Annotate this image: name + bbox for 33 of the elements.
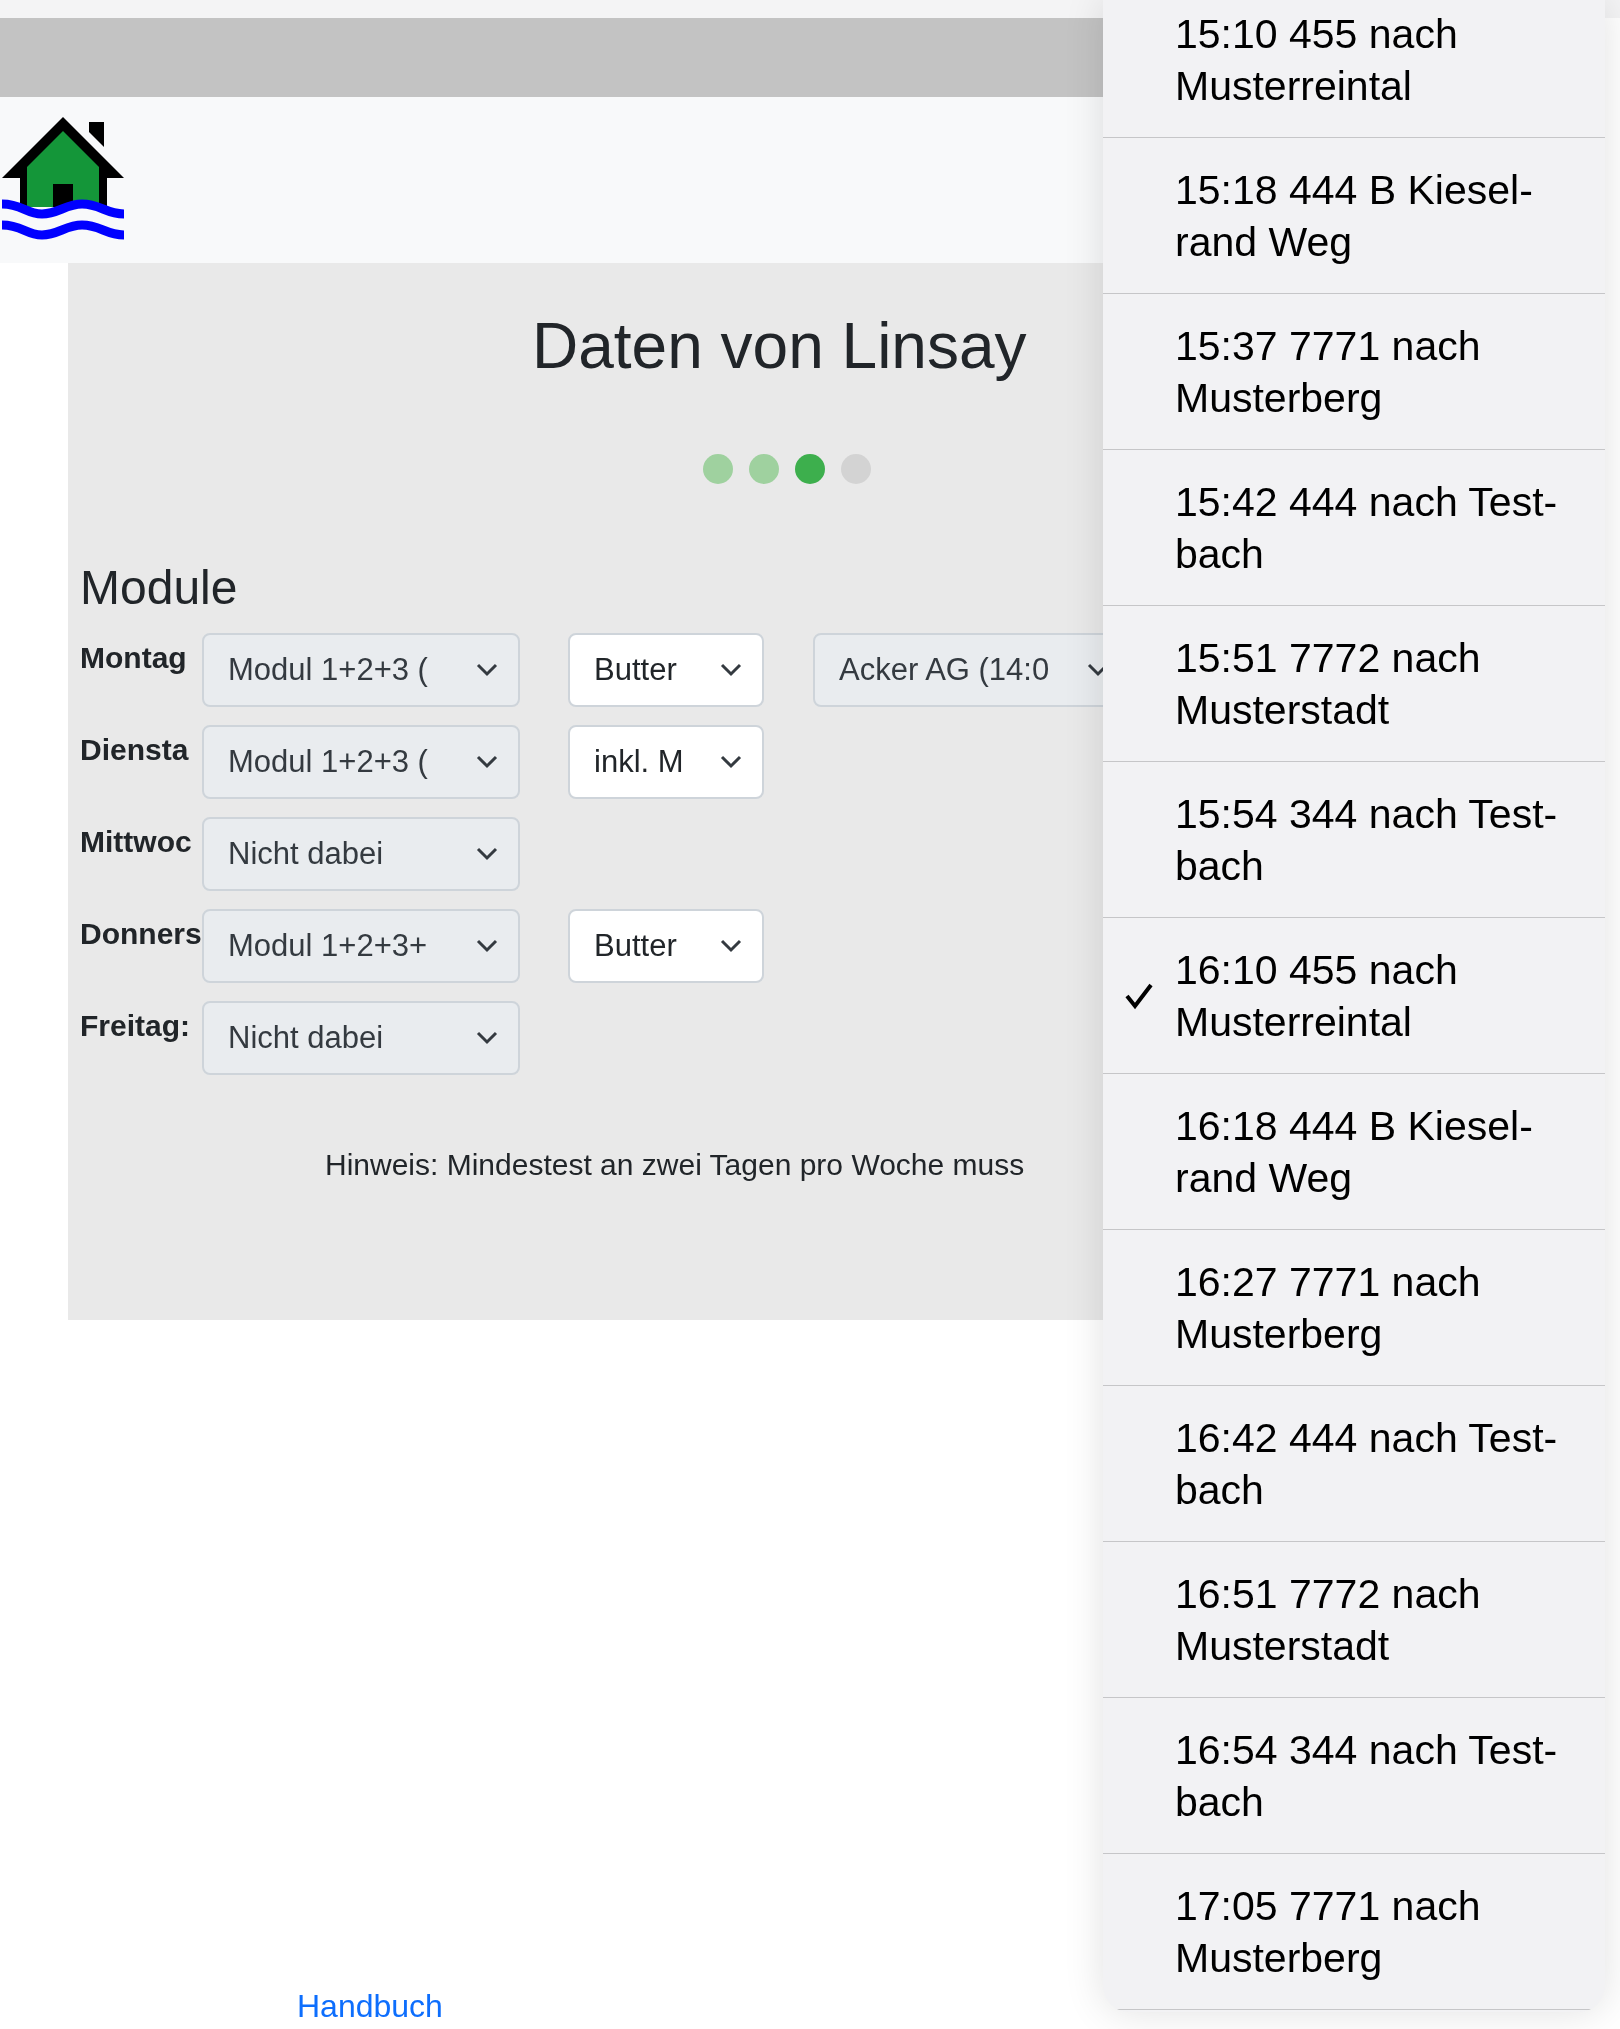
- dropdown-option[interactable]: 15:54 344 nach Test- bach: [1103, 762, 1605, 918]
- section-heading: Module: [80, 560, 238, 616]
- chevron-down-icon: [476, 663, 498, 678]
- dropdown-option[interactable]: 16:54 344 nach Test- bach: [1103, 1698, 1605, 1854]
- dropdown-option[interactable]: 16:51 7772 nach Musterstadt: [1103, 1542, 1605, 1698]
- day-label: Montag: [80, 641, 188, 676]
- day-label: Freitag:: [80, 1009, 191, 1044]
- day-label: Diensta: [80, 733, 190, 768]
- day-label: Donners: [80, 917, 202, 952]
- day-label: Mittwoc: [80, 825, 193, 860]
- dropdown-option[interactable]: 15:51 7772 nach Musterstadt: [1103, 606, 1605, 762]
- dropdown-option[interactable]: 16:18 444 B Kiesel- rand Weg: [1103, 1074, 1605, 1230]
- dropdown-option[interactable]: 15:18 444 B Kiesel- rand Weg: [1103, 138, 1605, 294]
- chevron-down-icon: [476, 939, 498, 954]
- select-field[interactable]: inkl. M: [568, 725, 764, 800]
- chevron-down-icon: [476, 755, 498, 770]
- dropdown-option[interactable]: 16:10 455 nach Musterreintal: [1103, 918, 1605, 1074]
- page-title: Daten von Linsay: [532, 311, 1027, 382]
- select-field[interactable]: Butter: [568, 633, 764, 708]
- dropdown-option[interactable]: 15:37 7771 nach Musterberg: [1103, 294, 1605, 450]
- hint-text: Hinweis: Mindestest an zwei Tagen pro Woche muss: [325, 1148, 1025, 1183]
- chevron-down-icon: [720, 755, 742, 770]
- dropdown-option[interactable]: 15:42 444 nach Test- bach: [1103, 450, 1605, 606]
- chevron-down-icon: [476, 1031, 498, 1046]
- dropdown-option[interactable]: 17:05 7771 nach Musterberg: [1103, 1854, 1605, 2010]
- chevron-down-icon: [720, 663, 742, 678]
- dropdown-option[interactable]: 16:42 444 nach Test- bach: [1103, 1386, 1605, 1542]
- manual-link[interactable]: Handbuch: [297, 1988, 443, 2025]
- chevron-down-icon: [476, 847, 498, 862]
- dropdown-option[interactable]: 15:10 455 nach Musterreintal: [1103, 0, 1605, 138]
- chevron-down-icon: [720, 939, 742, 954]
- dropdown-option[interactable]: 16:27 7771 nach Musterberg: [1103, 1230, 1605, 1386]
- select-field[interactable]: Butter: [568, 909, 764, 984]
